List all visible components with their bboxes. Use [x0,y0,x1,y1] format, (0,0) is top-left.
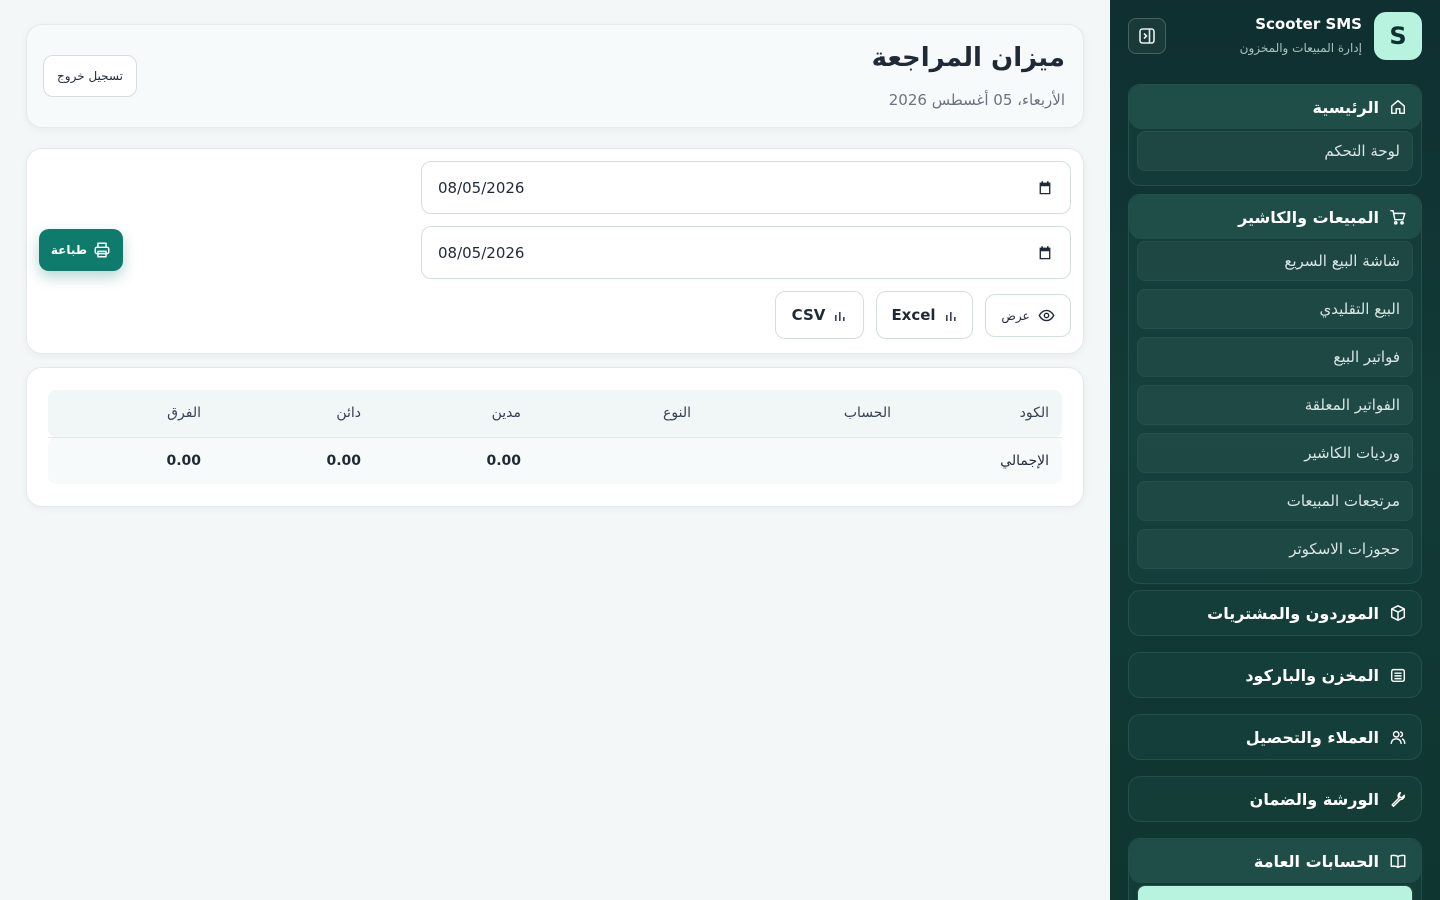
nav-group-sales: المبيعات والكاشير شاشة البيع السريع البي… [1128,194,1422,584]
column-header-debit[interactable]: مدين [374,390,534,438]
sidebar-item-scooter-bookings[interactable]: حجوزات الاسكوتر [1137,529,1413,569]
date-from-value: 08/05/2026 [438,178,525,197]
nav-group-accounts-header[interactable]: الحسابات العامة [1129,839,1421,883]
calendar-icon[interactable] [1036,244,1054,262]
cart-icon [1389,208,1407,226]
nav-group-sales-header[interactable]: المبيعات والكاشير [1129,195,1421,239]
nav-group-home-label: الرئيسية [1312,97,1380,117]
total-debit: 0.00 [374,437,534,484]
total-account-cell [704,437,904,484]
print-button-label: طباعة [50,243,88,257]
trial-balance-table: الكود الحساب النوع مدين دائن الفرق الإجم… [48,390,1062,484]
warehouse-icon [1389,666,1407,684]
home-icon [1389,98,1407,116]
date-to-input[interactable]: 08/05/2026 [421,226,1071,279]
brand-subtitle: إدارة المبيعات والمخزون [1239,41,1362,55]
eye-icon [1038,309,1055,322]
bar-chart-icon [945,312,956,321]
book-icon [1389,852,1407,870]
export-csv-label: CSV [791,306,826,324]
brand-logo: S [1374,12,1422,60]
nav-group-workshop[interactable]: الورشة والضمان [1128,776,1422,822]
filter-panel: 08/05/2026 08/05/2026 عرض Excel CSV طباع… [26,148,1084,354]
brand-name: Scooter SMS [1255,15,1362,33]
view-button[interactable]: عرض [985,294,1071,337]
page-title: ميزان المراجعة [871,43,1065,73]
column-header-type[interactable]: النوع [534,390,704,438]
column-header-code[interactable]: الكود [904,390,1062,438]
sidebar: S Scooter SMS إدارة المبيعات والمخزون ال… [1110,0,1440,900]
column-header-account[interactable]: الحساب [704,390,904,438]
box-icon [1389,604,1407,622]
nav-group-customers-label: العملاء والتحصيل [1245,727,1379,747]
page-header: ميزان المراجعة الأربعاء، 05 أغسطس 2026 ت… [26,24,1084,128]
export-csv-button[interactable]: CSV [775,291,864,339]
logout-button[interactable]: تسجيل خروج [43,55,137,97]
sidebar-item-active[interactable] [1137,885,1413,900]
nav-group-customers[interactable]: العملاء والتحصيل [1128,714,1422,760]
total-credit: 0.00 [214,437,374,484]
nav-group-accounts: الحسابات العامة [1128,838,1422,900]
table-total-row: الإجمالي 0.00 0.00 0.00 [48,437,1062,484]
date-from-input[interactable]: 08/05/2026 [421,161,1071,214]
column-header-credit[interactable]: دائن [214,390,374,438]
date-to-value: 08/05/2026 [438,243,525,262]
brand: S Scooter SMS إدارة المبيعات والمخزون [1240,12,1422,60]
export-excel-button[interactable]: Excel [876,291,973,339]
nav-group-accounts-label: الحسابات العامة [1253,851,1379,871]
sidebar-item-quick-sale[interactable]: شاشة البيع السريع [1137,241,1413,281]
table-header-row: الكود الحساب النوع مدين دائن الفرق [48,390,1062,438]
nav-group-home-header[interactable]: الرئيسية [1129,85,1421,129]
export-excel-label: Excel [891,306,936,324]
sidebar-item-pending-invoices[interactable]: الفواتير المعلقة [1137,385,1413,425]
users-icon [1389,728,1407,746]
nav-group-workshop-label: الورشة والضمان [1249,789,1379,809]
bar-chart-icon [835,312,845,321]
column-header-difference[interactable]: الفرق [48,390,214,438]
total-label: الإجمالي [904,437,1062,484]
trial-balance-table-card: الكود الحساب النوع مدين دائن الفرق الإجم… [26,367,1084,507]
nav-group-warehouse-label: المخزن والباركود [1245,665,1379,685]
sidebar-item-sales-returns[interactable]: مرتجعات المبيعات [1137,481,1413,521]
nav-group-warehouse[interactable]: المخزن والباركود [1128,652,1422,698]
total-difference: 0.00 [48,437,214,484]
sidebar-item-sales-invoices[interactable]: فواتير البيع [1137,337,1413,377]
print-button[interactable]: طباعة [39,229,123,271]
sidebar-item-traditional-sale[interactable]: البيع التقليدي [1137,289,1413,329]
nav-group-suppliers[interactable]: الموردون والمشتريات [1128,590,1422,636]
panel-collapse-icon [1139,28,1155,44]
nav-group-home: الرئيسية لوحة التحكم [1128,84,1422,186]
sidebar-item-dashboard[interactable]: لوحة التحكم [1137,131,1413,171]
nav-group-sales-label: المبيعات والكاشير [1238,207,1379,227]
view-button-label: عرض [1001,308,1030,323]
total-type-cell [534,437,704,484]
sidebar-collapse-button[interactable] [1128,18,1166,54]
wrench-icon [1389,790,1407,808]
printer-icon [94,242,110,258]
nav-group-suppliers-label: الموردون والمشتريات [1207,603,1379,623]
page-date: الأربعاء، 05 أغسطس 2026 [888,91,1065,109]
calendar-icon[interactable] [1036,179,1054,197]
sidebar-item-cashier-shifts[interactable]: ورديات الكاشير [1137,433,1413,473]
